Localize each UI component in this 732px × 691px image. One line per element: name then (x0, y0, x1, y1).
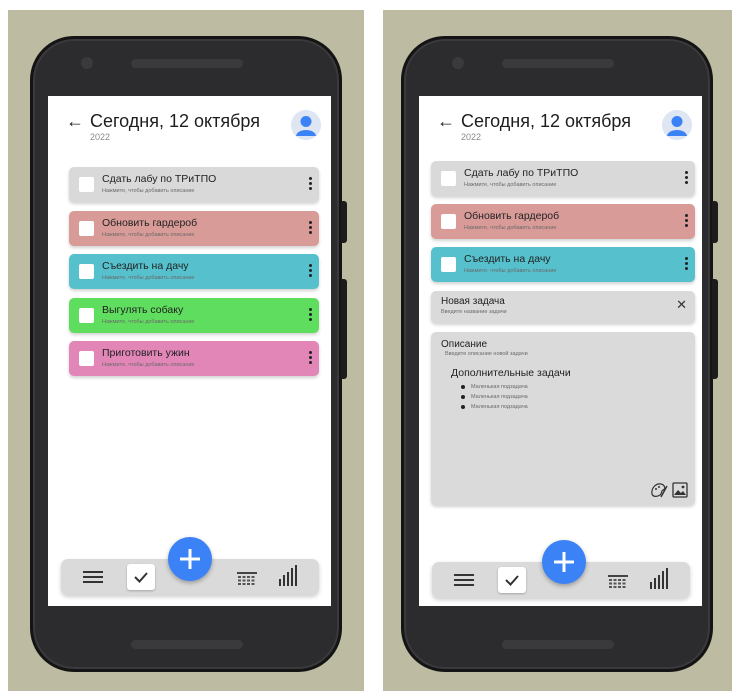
task-checkbox[interactable] (441, 257, 456, 272)
side-button (341, 279, 347, 379)
side-button (712, 201, 718, 243)
task-checkbox[interactable] (441, 214, 456, 229)
more-options-icon[interactable] (309, 351, 313, 366)
plus-icon (554, 552, 574, 572)
bottom-grille (502, 640, 614, 649)
year-label: 2022 (461, 132, 482, 142)
user-avatar-icon[interactable] (291, 110, 321, 140)
task-name: Приготовить ужин (102, 347, 190, 359)
subtask-item[interactable]: Маленькая подзадача (461, 394, 528, 404)
subtasks-title: Дополнительные задачи (451, 367, 571, 379)
description-title: Описание (441, 339, 488, 350)
back-arrow-icon[interactable]: ← (437, 112, 455, 130)
front-camera (81, 57, 93, 69)
task-checkbox[interactable] (79, 220, 94, 236)
task-checkbox[interactable] (79, 177, 94, 192)
paint-palette-icon[interactable] (650, 481, 668, 499)
description-card[interactable]: Описание Введите описание новой задачи Д… (431, 332, 695, 505)
calendar-icon[interactable] (237, 572, 257, 586)
more-options-icon[interactable] (309, 177, 313, 192)
task-name: Сдать лабу по ТРиТПО (102, 173, 217, 185)
task-item[interactable]: Сдать лабу по ТРиТПО Нажмите, чтобы добав… (69, 167, 319, 202)
bar-chart-icon[interactable] (278, 565, 298, 587)
menu-icon[interactable] (454, 574, 474, 588)
side-button (712, 279, 718, 379)
task-description-hint: Нажмите, чтобы добавить описание (464, 225, 557, 231)
bottom-grille (131, 640, 243, 649)
task-name: Сдать лабу по ТРиТПО (464, 167, 579, 179)
more-options-icon[interactable] (309, 220, 313, 236)
add-task-button[interactable] (542, 540, 586, 584)
task-name: Обновить гардероб (102, 216, 198, 229)
task-description-hint: Нажмите, чтобы добавить описание (102, 275, 195, 281)
phone-frame: ← Сегодня, 12 октября 2022 Сдать лабу по… (30, 36, 347, 672)
subtask-item[interactable]: Маленькая подзадача (461, 384, 528, 394)
subtask-list: Маленькая подзадача Маленькая подзадача … (461, 384, 528, 414)
task-description-hint: Нажмите, чтобы добавить описание (464, 268, 557, 274)
check-icon[interactable] (127, 564, 155, 590)
day-header: ← Сегодня, 12 октября 2022 (66, 110, 321, 150)
phone-screen: ← Сегодня, 12 октября 2022 Сдать лабу по… (419, 96, 702, 606)
right-mockup-panel: ← Сегодня, 12 октября 2022 Сдать лабу по… (383, 10, 732, 691)
page-title: Сегодня, 12 октября (461, 111, 631, 131)
user-avatar-icon[interactable] (662, 110, 692, 140)
phone-frame: ← Сегодня, 12 октября 2022 Сдать лабу по… (401, 36, 718, 672)
calendar-icon[interactable] (608, 575, 628, 589)
more-options-icon[interactable] (685, 214, 689, 229)
task-item[interactable]: Съездить на дачу Нажмите, чтобы добавить … (69, 254, 319, 289)
close-icon[interactable]: ✕ (676, 298, 687, 311)
plus-icon (180, 549, 200, 569)
speaker-grille (502, 59, 614, 68)
task-name: Выгулять собаку (102, 303, 184, 316)
task-description-hint: Нажмите, чтобы добавить описание (102, 318, 195, 325)
task-description-hint: Нажмите, чтобы добавить описание (102, 188, 195, 194)
back-arrow-icon[interactable]: ← (66, 112, 84, 130)
task-checkbox[interactable] (441, 171, 456, 186)
new-task-input[interactable]: Новая задача Введите название задачи ✕ (431, 291, 695, 323)
description-hint: Введите описание новой задачи (445, 351, 528, 357)
more-options-icon[interactable] (685, 171, 689, 186)
more-options-icon[interactable] (309, 264, 313, 279)
task-item[interactable]: Обновить гардероб Нажмите, чтобы добавить… (431, 204, 695, 239)
bar-chart-icon[interactable] (649, 568, 669, 590)
speaker-grille (131, 59, 243, 68)
task-item[interactable]: Съездить на дачу Нажмите, чтобы добавить … (431, 247, 695, 282)
front-camera (452, 57, 464, 69)
side-button (341, 201, 347, 243)
more-options-icon[interactable] (685, 257, 689, 272)
task-item[interactable]: Обновить гардероб Нажмите, чтобы добавить… (69, 210, 319, 246)
add-task-button[interactable] (168, 537, 212, 581)
new-task-hint: Введите название задачи (441, 309, 507, 315)
task-description-hint: Нажмите, чтобы добавить описание (102, 231, 195, 238)
task-item[interactable]: Выгулять собаку Нажмите, чтобы добавить о… (69, 297, 319, 333)
menu-icon[interactable] (83, 571, 103, 585)
day-header: ← Сегодня, 12 октября 2022 (437, 110, 692, 150)
task-checkbox[interactable] (79, 264, 94, 279)
subtask-item[interactable]: Маленькая подзадача (461, 404, 528, 414)
year-label: 2022 (90, 132, 111, 142)
task-checkbox[interactable] (79, 307, 94, 323)
left-mockup-panel: ← Сегодня, 12 октября 2022 Сдать лабу по… (8, 10, 364, 691)
task-item[interactable]: Приготовить ужин Нажмите, чтобы добавить … (69, 341, 319, 376)
task-item[interactable]: Сдать лабу по ТРиТПО Нажмите, чтобы добав… (431, 161, 695, 196)
more-options-icon[interactable] (309, 307, 313, 323)
task-name: Обновить гардероб (464, 210, 560, 222)
image-icon[interactable] (672, 482, 688, 498)
task-name: Съездить на дачу (464, 253, 551, 265)
task-checkbox[interactable] (79, 351, 94, 366)
task-description-hint: Нажмите, чтобы добавить описание (102, 362, 195, 368)
phone-screen: ← Сегодня, 12 октября 2022 Сдать лабу по… (48, 96, 331, 606)
page-title: Сегодня, 12 октября (90, 111, 260, 131)
check-icon[interactable] (498, 567, 526, 593)
new-task-title: Новая задача (441, 296, 505, 307)
task-description-hint: Нажмите, чтобы добавить описание (464, 182, 557, 188)
task-name: Съездить на дачу (102, 260, 189, 272)
